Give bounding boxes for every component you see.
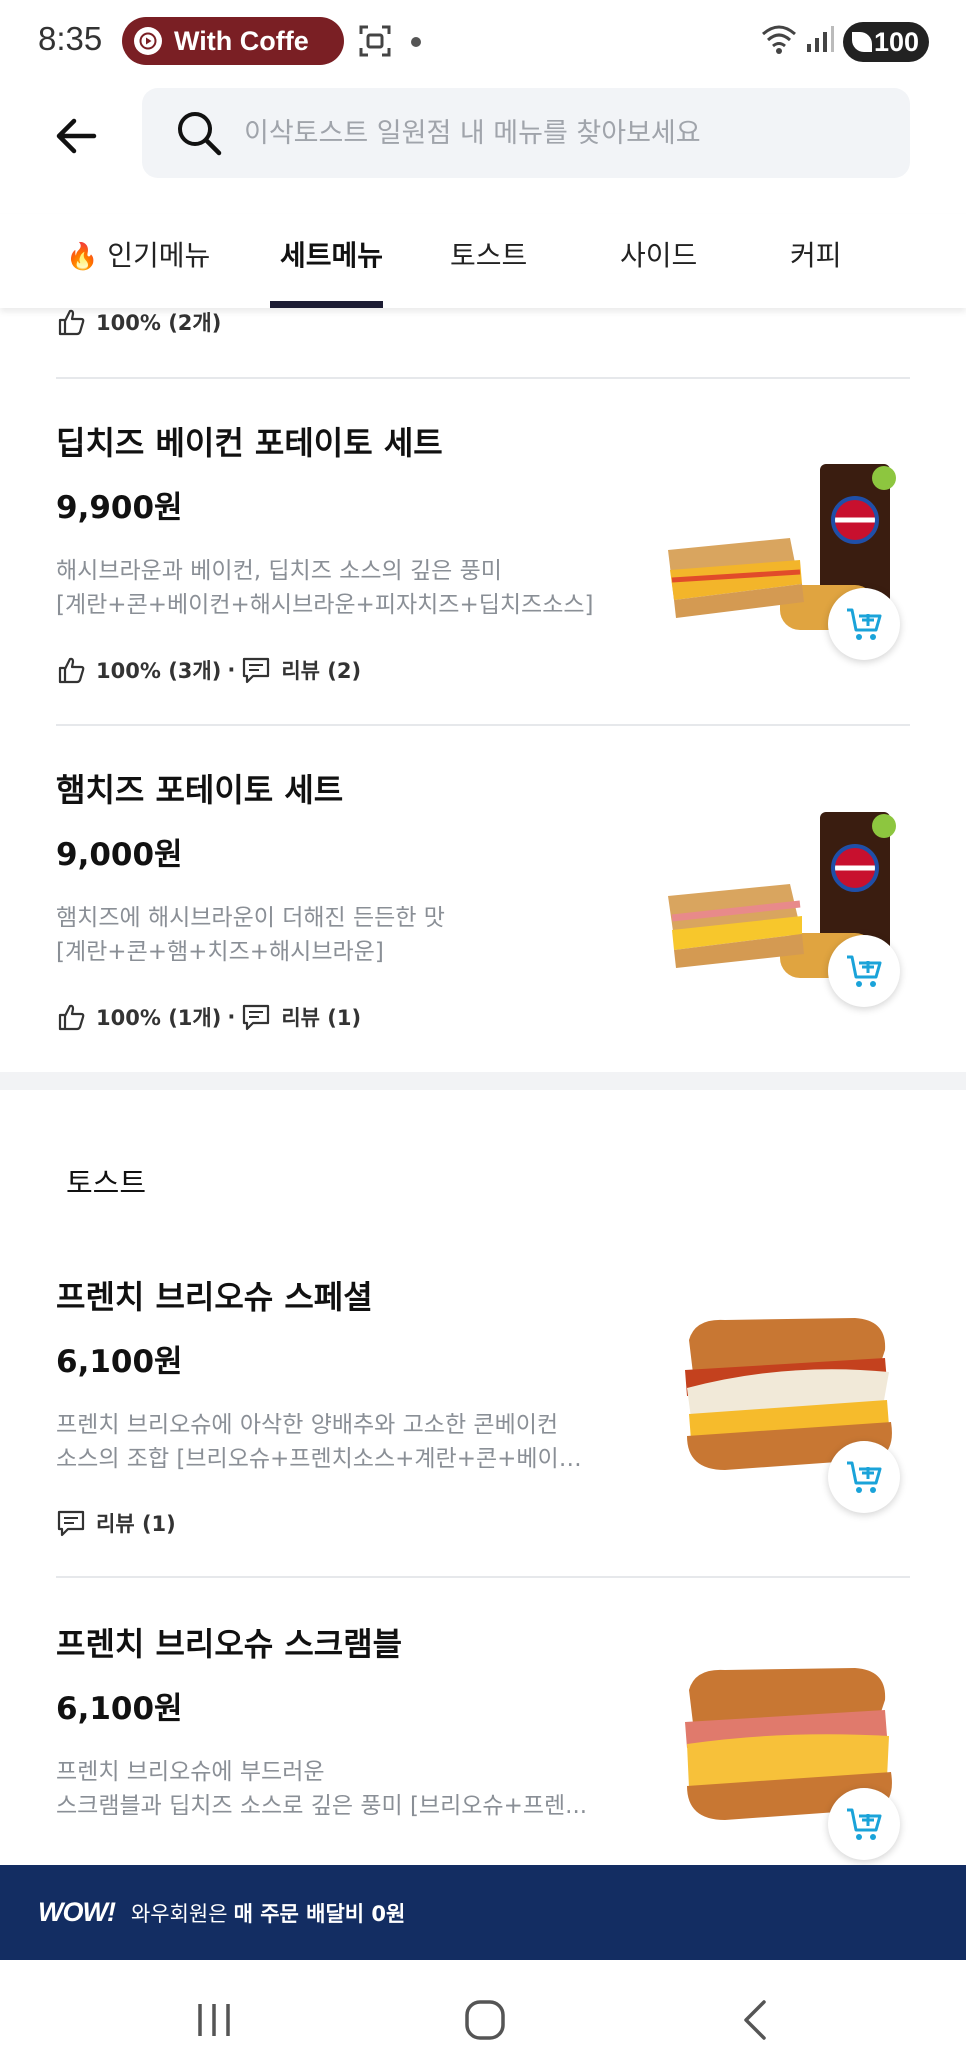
cart-add-icon — [847, 955, 882, 987]
item-meta: 100% (3개) · 리뷰 (2) — [56, 655, 361, 685]
notification-dot — [411, 37, 421, 47]
item-price: 6,100원 — [56, 1344, 183, 1380]
tab-overflow-peek[interactable] — [955, 234, 964, 267]
item-description: 해시브라운과 베이컨, 딥치즈 소스의 깊은 풍미 [계란+콘+베이컨+해시브라… — [56, 554, 616, 622]
section-separator — [0, 1072, 966, 1090]
tab-set-menu[interactable]: 세트메뉴 — [280, 234, 383, 274]
desc-line: 해시브라운과 베이컨, 딥치즈 소스의 깊은 풍미 — [56, 558, 502, 584]
separator: · — [227, 658, 236, 682]
item-price: 6,100원 — [56, 1691, 183, 1727]
add-to-cart-button[interactable] — [828, 1788, 900, 1860]
desc-line: [계란+콘+햄+치즈+해시브라운] — [56, 939, 384, 965]
cart-add-icon — [847, 1808, 882, 1840]
search-icon — [178, 112, 222, 156]
review-text: 리뷰 (1) — [96, 1512, 176, 1536]
item-price: 9,900원 — [56, 490, 183, 526]
item-description: 프렌치 브리오슈에 아삭한 양배추와 고소한 콘베이컨 소스의 조합 [브리오슈… — [56, 1408, 616, 1476]
review-icon — [57, 1510, 85, 1537]
item-name: 프렌치 브리오슈 스페셜 — [56, 1278, 373, 1316]
home-icon — [465, 2000, 505, 2040]
wow-highlight: 매 주문 배달비 0원 — [233, 1901, 406, 1926]
back-arrow-icon[interactable] — [50, 110, 102, 162]
tab-popular[interactable]: 🔥 인기메뉴 — [66, 234, 210, 274]
pill-text: With Coffe — [174, 25, 309, 56]
signal-icon — [807, 26, 834, 52]
add-to-cart-button[interactable] — [828, 588, 900, 660]
desc-line: 소스의 조합 [브리오슈+프렌치소스+계란+콘+베이컨... — [56, 1446, 601, 1472]
item-price: 9,000원 — [56, 837, 183, 873]
tab-side[interactable]: 사이드 — [620, 234, 697, 274]
cart-add-icon — [847, 1461, 882, 1493]
status-bar: 8:35 With Coffe 100 — [0, 0, 966, 84]
item-meta: 리뷰 (1) — [56, 1508, 176, 1538]
thumbs-up-icon — [58, 1004, 85, 1031]
item-name: 프렌치 브리오슈 스크램블 — [56, 1625, 403, 1663]
separator: · — [227, 1005, 236, 1029]
active-tab-indicator — [270, 301, 383, 308]
cart-add-icon — [847, 608, 882, 640]
divider — [56, 1576, 910, 1578]
wow-logo: WOW! — [38, 1897, 116, 1927]
desc-line: 프렌치 브리오슈에 아삭한 양배추와 고소한 콘베이컨 — [56, 1412, 559, 1438]
wow-text: 와우회원은 — [130, 1901, 228, 1926]
fire-icon: 🔥 — [66, 242, 99, 272]
thumbs-up-icon — [58, 309, 85, 336]
item-meta: 100% (1개) · 리뷰 (1) — [56, 1002, 361, 1032]
like-text: 100% (3개) — [96, 659, 222, 683]
section-title: 토스트 — [66, 1166, 147, 1200]
review-icon — [243, 1004, 270, 1031]
like-text: 100% (2개) — [96, 311, 222, 335]
divider — [56, 724, 910, 726]
play-icon — [134, 27, 162, 55]
item-name: 딥치즈 베이컨 포테이토 세트 — [56, 424, 443, 462]
review-icon — [243, 657, 270, 684]
back-chevron-icon — [744, 2000, 766, 2040]
tab-toast[interactable]: 토스트 — [450, 234, 527, 274]
media-pill[interactable]: With Coffe — [122, 17, 344, 65]
review-text: 리뷰 (2) — [281, 659, 362, 683]
system-navigation-bar — [0, 1960, 966, 2072]
desc-line: 스크램블과 딥치즈 소스로 깊은 풍미 [브리오슈+프렌... — [56, 1793, 588, 1819]
recent-apps-button[interactable] — [184, 1990, 244, 2050]
tab-label: 인기메뉴 — [107, 239, 211, 272]
home-button[interactable] — [455, 1990, 515, 2050]
thumbs-up-icon — [58, 657, 85, 684]
tab-coffee[interactable]: 커피 — [790, 234, 842, 274]
like-rating: 100% (2개) — [56, 307, 221, 337]
add-to-cart-button[interactable] — [828, 935, 900, 1007]
status-time: 8:35 — [38, 20, 103, 57]
battery-level: 100 — [873, 26, 919, 57]
item-name: 햄치즈 포테이토 세트 — [56, 771, 344, 809]
category-tabs: 🔥 인기메뉴 세트메뉴 토스트 사이드 커피 — [0, 214, 966, 308]
desc-line: [계란+콘+베이컨+해시브라운+피자치즈+딥치즈소스] — [56, 592, 594, 618]
divider — [56, 377, 910, 379]
add-to-cart-button[interactable] — [828, 1441, 900, 1513]
search-input[interactable] — [244, 117, 884, 149]
desc-line: 햄치즈에 해시브라운이 더해진 든든한 맛 — [56, 905, 445, 931]
battery-indicator: 100 — [843, 22, 929, 62]
wow-membership-banner[interactable]: WOW! 와우회원은 매 주문 배달비 0원 — [0, 1865, 966, 1960]
like-text: 100% (1개) — [96, 1006, 222, 1030]
search-bar[interactable] — [142, 88, 910, 178]
screenshot-icon — [359, 25, 391, 57]
leaf-icon — [852, 32, 872, 52]
back-button[interactable] — [726, 1990, 786, 2050]
item-description: 햄치즈에 해시브라운이 더해진 든든한 맛 [계란+콘+햄+치즈+해시브라운] — [56, 901, 616, 969]
desc-line: 프렌치 브리오슈에 부드러운 — [56, 1759, 325, 1785]
wifi-icon — [762, 25, 796, 54]
recent-apps-icon — [198, 2004, 230, 2036]
review-text: 리뷰 (1) — [281, 1006, 362, 1030]
item-description: 프렌치 브리오슈에 부드러운 스크램블과 딥치즈 소스로 깊은 풍미 [브리오슈… — [56, 1755, 616, 1823]
